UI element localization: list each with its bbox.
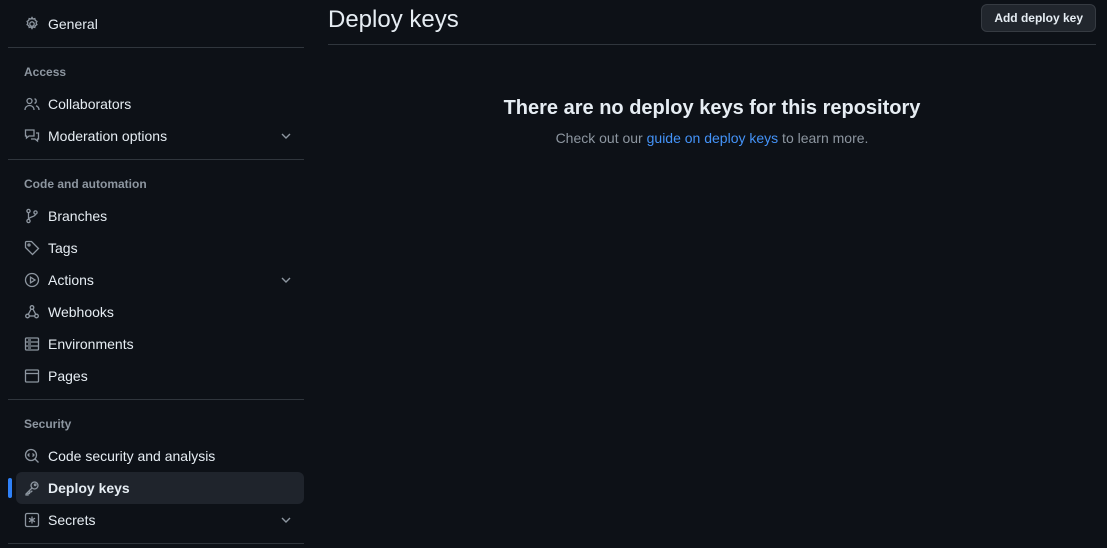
webhook-icon [24, 304, 40, 320]
sidebar-divider [8, 399, 304, 400]
sidebar-item-secrets[interactable]: Secrets [16, 504, 304, 536]
blankslate-heading: There are no deploy keys for this reposi… [503, 97, 921, 119]
play-icon [24, 272, 40, 288]
title-divider [328, 44, 1096, 45]
page-title: Deploy keys [328, 6, 459, 33]
chevron-down-icon[interactable] [278, 272, 294, 288]
sidebar-item-environments[interactable]: Environments [16, 328, 304, 360]
comment-discussion-icon [24, 128, 40, 144]
sidebar-item-label: Secrets [48, 512, 96, 528]
blankslate-text: Check out our guide on deploy keys to le… [328, 126, 1096, 150]
chevron-down-icon[interactable] [278, 512, 294, 528]
sidebar-item-label: Deploy keys [48, 480, 130, 496]
sidebar-item-label: Code security and analysis [48, 448, 216, 464]
blankslate-text-after: to learn more. [778, 130, 869, 146]
deploy-keys-guide-link[interactable]: guide on deploy keys [647, 130, 779, 146]
sidebar-item-general[interactable]: General [16, 8, 304, 40]
main-content: Deploy keys Add deploy key There are no … [328, 0, 1096, 548]
sidebar-item-deploy-keys[interactable]: Deploy keys [8, 472, 304, 504]
sidebar-divider [8, 159, 304, 160]
sidebar-item-moderation-options[interactable]: Moderation options [16, 120, 304, 152]
gear-icon [24, 16, 40, 32]
sidebar-item-label: Pages [48, 368, 88, 384]
codescan-icon [24, 448, 40, 464]
server-icon [24, 336, 40, 352]
chevron-down-icon[interactable] [278, 128, 294, 144]
asterisk-box-icon [24, 512, 40, 528]
settings-sidebar: General Access Collaborators Moderation … [8, 0, 304, 548]
sidebar-item-label: Webhooks [48, 304, 114, 320]
sidebar-item-label: Branches [48, 208, 108, 224]
git-branch-icon [24, 208, 40, 224]
sidebar-item-tags[interactable]: Tags [16, 232, 304, 264]
settings-page: General Access Collaborators Moderation … [0, 0, 1107, 548]
active-indicator [8, 478, 12, 498]
sidebar-item-label: Actions [48, 272, 94, 288]
sidebar-item-label: General [48, 16, 98, 32]
sidebar-item-collaborators[interactable]: Collaborators [16, 88, 304, 120]
section-title-access: Access [24, 65, 67, 79]
section-title-security: Security [24, 417, 72, 431]
section-title-code-automation: Code and automation [24, 177, 147, 191]
sidebar-item-label: Tags [48, 240, 78, 256]
add-deploy-key-button[interactable]: Add deploy key [981, 4, 1096, 32]
key-icon [24, 480, 40, 496]
blankslate-text-before: Check out our [555, 130, 647, 146]
sidebar-divider [8, 47, 304, 48]
sidebar-item-pages[interactable]: Pages [16, 360, 304, 392]
blankslate: There are no deploy keys for this reposi… [328, 92, 1096, 150]
tag-icon [24, 240, 40, 256]
sidebar-item-code-security[interactable]: Code security and analysis [16, 440, 304, 472]
browser-icon [24, 368, 40, 384]
sidebar-item-label: Moderation options [48, 128, 168, 144]
sidebar-item-actions[interactable]: Actions [16, 264, 304, 296]
sidebar-divider [8, 543, 304, 544]
sidebar-item-label: Collaborators [48, 96, 132, 112]
sidebar-item-webhooks[interactable]: Webhooks [16, 296, 304, 328]
sidebar-item-branches[interactable]: Branches [16, 200, 304, 232]
people-icon [24, 96, 40, 112]
sidebar-item-label: Environments [48, 336, 134, 352]
